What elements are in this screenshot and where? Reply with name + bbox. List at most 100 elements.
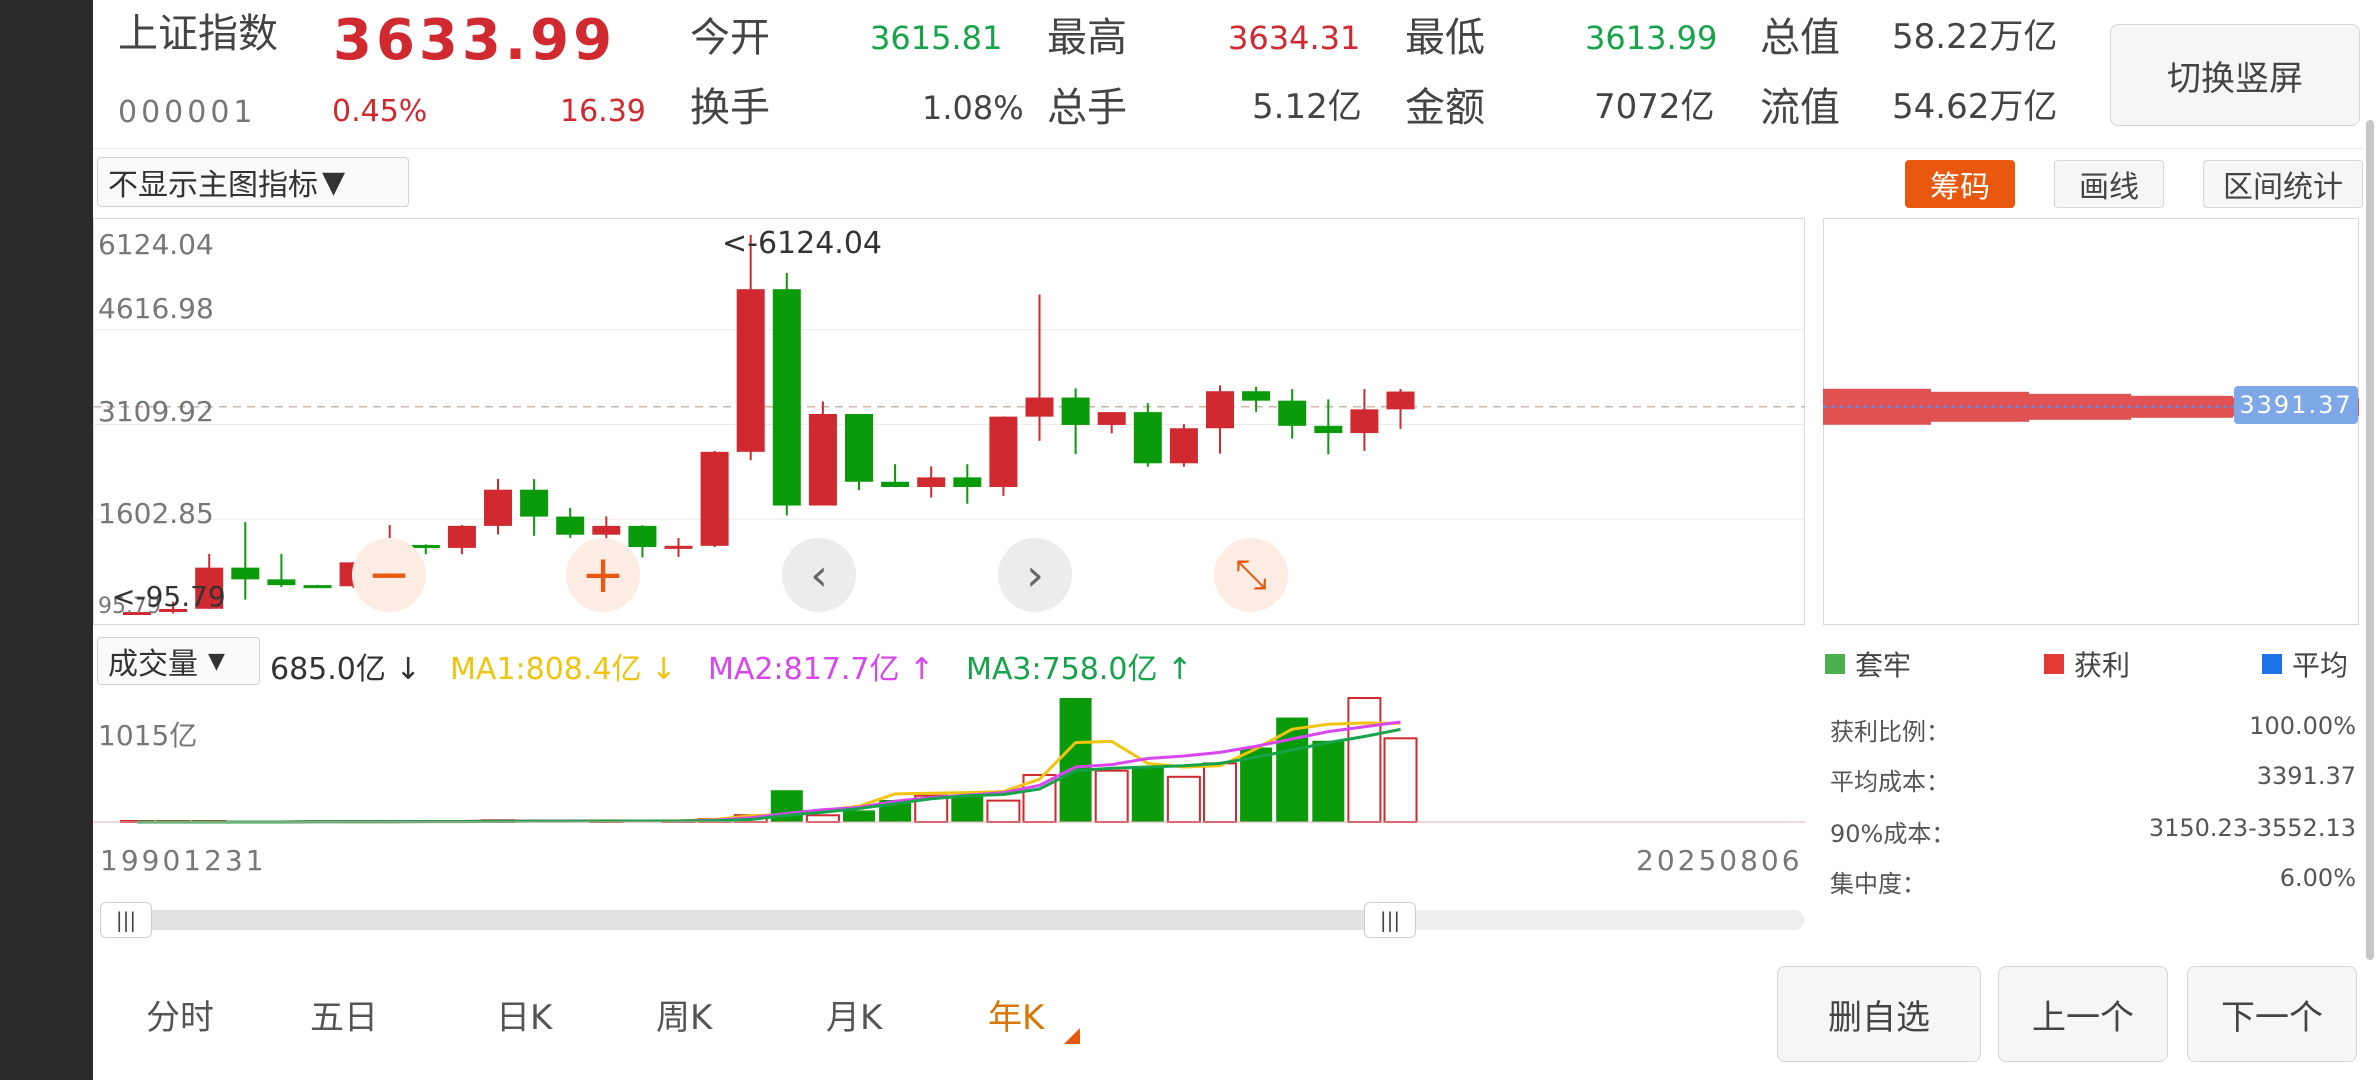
high-label: 最高 <box>1047 15 1127 61</box>
candle-body <box>1314 425 1343 434</box>
page-scrollbar[interactable] <box>2366 120 2374 960</box>
dropdown-arrow-icon: ▼ <box>322 164 346 200</box>
high-value: 3634.31 <box>1228 19 1361 57</box>
concentration-label: 集中度： <box>1830 870 1926 898</box>
candle-body <box>808 413 837 506</box>
candle-body <box>845 413 873 482</box>
ma2-value: MA2:817.7亿 ↑ <box>708 644 934 688</box>
ma1-text: MA1:808.4亿 <box>450 652 642 687</box>
total-value-label: 总值 <box>1760 15 1840 61</box>
volume-bar <box>1347 697 1382 823</box>
next-button[interactable]: 下一个 <box>2187 966 2357 1062</box>
volume-bar <box>805 814 840 823</box>
legend-trapped: 套牢 <box>1825 644 1911 684</box>
ma1-value: MA1:808.4亿 ↓ <box>450 644 676 688</box>
candle-body <box>1386 391 1415 410</box>
ma3-value: MA3:758.0亿 ↑ <box>966 644 1192 688</box>
avg-cost-label: 平均成本： <box>1830 768 1950 796</box>
max-price-annotation: <-6124.04 <box>722 226 883 261</box>
tab-five-day[interactable]: 五日 <box>310 990 378 1039</box>
total-hands-label: 总手 <box>1047 85 1127 131</box>
legend-swatch-average <box>2262 654 2282 674</box>
legend-profit: 获利 <box>2044 644 2130 684</box>
scroll-left-button[interactable]: ‹ <box>782 538 856 612</box>
index-name: 上证指数 <box>118 11 278 57</box>
volume-select-label: 成交量 <box>108 647 198 682</box>
cost-90-label: 90%成本： <box>1830 820 1956 848</box>
low-value: 3613.99 <box>1585 19 1718 57</box>
concentration-value: 6.00% <box>2279 864 2356 892</box>
ma3-text: MA3:758.0亿 <box>966 652 1158 687</box>
volume-chart[interactable] <box>93 694 1805 824</box>
candle-body <box>411 544 440 548</box>
tab-yearly-k[interactable]: 年K <box>988 990 1044 1039</box>
volume-bar <box>843 810 875 822</box>
legend-swatch-profit <box>2044 654 2064 674</box>
zoom-in-button[interactable]: + <box>566 538 640 612</box>
legend-average: 平均 <box>2262 644 2348 684</box>
chevron-right-icon: › <box>1026 549 1044 601</box>
amount-value: 7072亿 <box>1594 87 1715 127</box>
current-price: 3633.99 <box>333 8 617 73</box>
avg-cost-value: 3391.37 <box>2256 762 2356 790</box>
volume-indicator-select[interactable]: 成交量 ▼ <box>97 637 260 685</box>
volume-bar <box>1383 737 1418 823</box>
profit-ratio-label: 获利比例： <box>1830 718 1950 746</box>
float-value-label: 流值 <box>1760 85 1840 131</box>
tab-weekly-k[interactable]: 周K <box>656 990 712 1039</box>
tab-daily-k[interactable]: 日K <box>496 990 552 1039</box>
candle-body <box>1025 397 1054 417</box>
remove-favorite-button[interactable]: 删自选 <box>1777 966 1981 1062</box>
main-indicator-select[interactable]: 不显示主图指标 ▼ <box>97 157 409 207</box>
turnover-value: 1.08% <box>922 89 1024 127</box>
range-slider-right-handle[interactable]: ||| <box>1364 902 1416 938</box>
candle-body <box>1061 397 1090 425</box>
candle-body <box>267 579 296 586</box>
candle-body <box>772 289 801 506</box>
candle-body <box>1242 391 1271 401</box>
scroll-right-button[interactable]: › <box>998 538 1072 612</box>
volume-y-tick: 1015亿 <box>98 719 198 752</box>
volume-current: 685.0亿 ↓ <box>270 644 421 688</box>
candle-body <box>303 585 332 589</box>
total-value: 58.22万亿 <box>1892 17 2058 57</box>
volume-bar <box>986 799 1021 823</box>
candle-body <box>520 489 549 517</box>
volume-bar <box>1059 698 1092 822</box>
collapse-arrows-icon: ⤡ <box>1235 552 1267 598</box>
min-price-annotation: <-95.79 <box>112 580 226 613</box>
y-tick-3109: 3109.92 <box>98 395 214 428</box>
volume-current-value: 685.0亿 <box>270 652 386 687</box>
open-value: 3615.81 <box>870 19 1003 57</box>
y-tick-4616: 4616.98 <box>98 292 214 325</box>
start-date: 19901231 <box>100 844 267 877</box>
cost-90-value: 3150.23-3552.13 <box>2148 814 2356 842</box>
y-tick-1602: 1602.85 <box>98 497 214 530</box>
dropdown-arrow-icon: ▼ <box>208 648 225 674</box>
candle-body <box>231 567 260 580</box>
draw-line-button[interactable]: 画线 <box>2054 160 2164 208</box>
range-stats-button[interactable]: 区间统计 <box>2203 160 2363 208</box>
volume-bar <box>1131 766 1164 822</box>
tab-monthly-k[interactable]: 月K <box>826 990 882 1039</box>
range-slider-left-handle[interactable]: ||| <box>100 902 152 938</box>
avg-cost-tag: 3391.37 <box>2234 386 2358 424</box>
volume-bar <box>951 795 984 822</box>
tab-intraday[interactable]: 分时 <box>146 990 214 1039</box>
legend-label-profit: 获利 <box>2074 649 2131 682</box>
turnover-label: 换手 <box>690 85 770 131</box>
previous-button[interactable]: 上一个 <box>1998 966 2168 1062</box>
total-hands-value: 5.12亿 <box>1252 87 1362 127</box>
left-edge-bar <box>0 0 93 1080</box>
volume-bar <box>1203 762 1237 823</box>
candle-body <box>628 525 657 548</box>
header-divider <box>93 148 2363 149</box>
collapse-button[interactable]: ⤡ <box>1214 538 1288 612</box>
candle-body <box>953 477 982 487</box>
kline-chart[interactable] <box>93 218 1805 625</box>
amount-label: 金额 <box>1405 85 1485 131</box>
change-percent: 0.45% <box>332 94 428 129</box>
chips-button[interactable]: 筹码 <box>1905 160 2015 208</box>
switch-portrait-button[interactable]: 切换竖屏 <box>2110 24 2360 126</box>
zoom-out-button[interactable]: − <box>352 538 426 612</box>
